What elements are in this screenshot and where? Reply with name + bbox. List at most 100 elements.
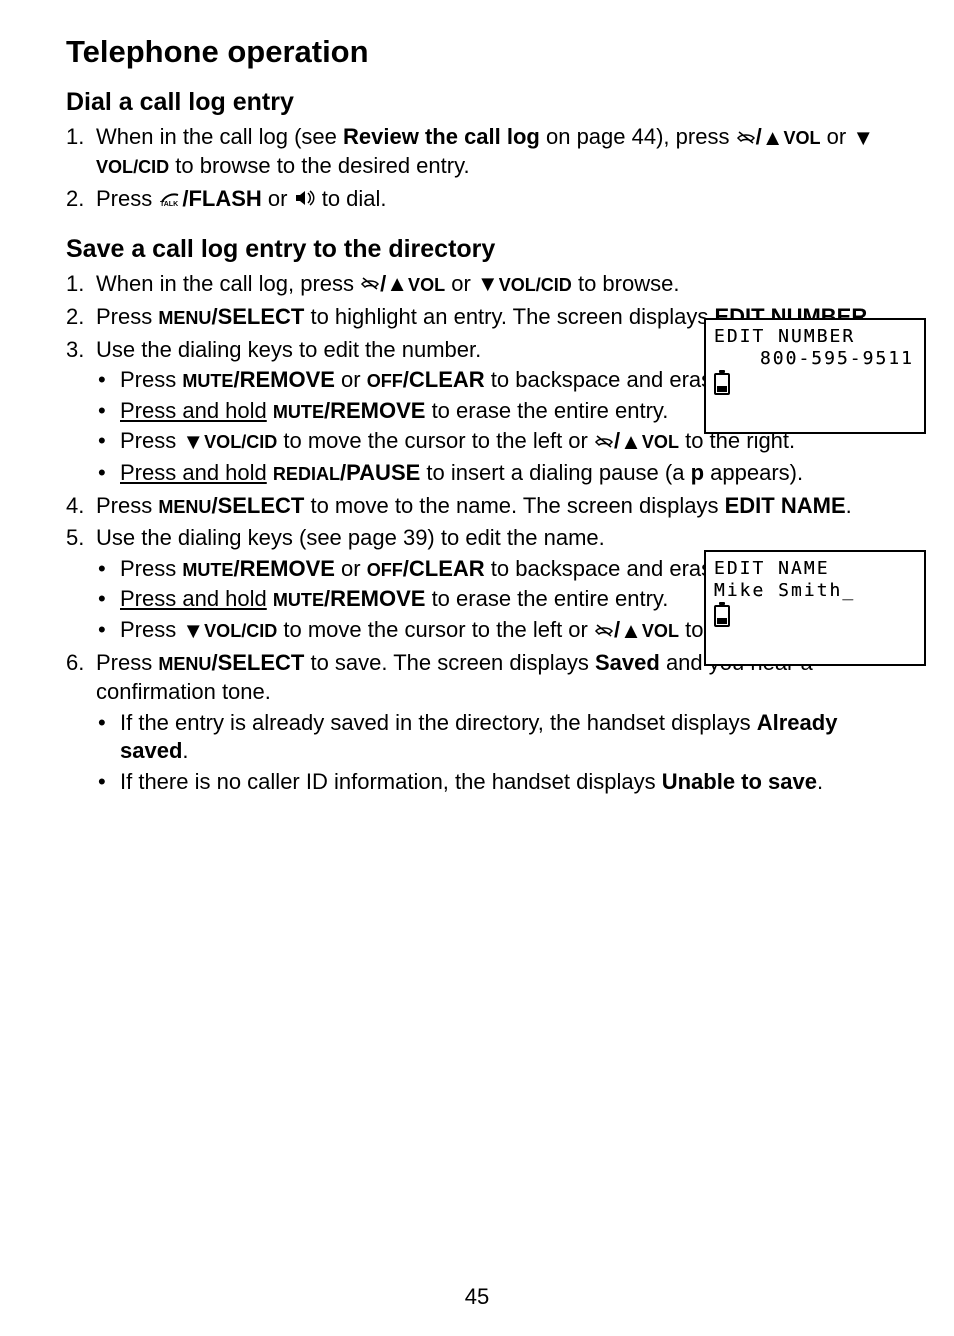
txt: or [262, 186, 294, 211]
txt: to erase the entire entry. [425, 586, 668, 611]
page-number: 45 [0, 1284, 954, 1310]
vol-label: VOL [783, 128, 820, 148]
txt: When in the call log, press [96, 271, 360, 296]
redial-label: REDIAL [273, 464, 340, 484]
vol-label: VOL [642, 432, 679, 452]
txt: Press [120, 617, 182, 642]
down-triangle-icon: ▼ [477, 270, 499, 299]
clear-label: /CLEAR [403, 367, 485, 392]
volcid-label: VOL/CID [96, 157, 169, 177]
screen-line1: EDIT NUMBER [714, 326, 916, 348]
mute-label: MUTE [273, 590, 324, 610]
txt: to dial. [316, 186, 387, 211]
talk-icon: TALK [158, 186, 182, 215]
vol-label: VOL [642, 621, 679, 641]
mute-label: MUTE [273, 402, 324, 422]
txt: to insert a dialing pause (a [420, 460, 690, 485]
txt: to browse to the desired entry. [169, 153, 469, 178]
txt: Press [96, 304, 158, 329]
menu-label: MENU [158, 654, 211, 674]
txt: . [817, 769, 823, 794]
saved-label: Saved [595, 650, 660, 675]
remove-label: /REMOVE [233, 556, 334, 581]
txt: Press [120, 367, 182, 392]
txt: to move to the name. The screen displays [304, 493, 724, 518]
bullet: Press and hold REDIAL/PAUSE to insert a … [96, 459, 892, 488]
p-char: p [691, 460, 704, 485]
select-label: /SELECT [211, 650, 304, 675]
txt: to save. The screen displays [304, 650, 595, 675]
svg-text:TALK: TALK [160, 201, 178, 207]
screen-line2: 800-595-9511 [714, 348, 916, 370]
volcid-label: VOL/CID [204, 432, 277, 452]
section1-heading: Dial a call log entry [66, 88, 892, 117]
txt: When in the call log (see [96, 124, 343, 149]
txt: or [335, 556, 367, 581]
remove-label: /REMOVE [324, 586, 425, 611]
txt: Press [96, 186, 158, 211]
txt: If there is no caller ID information, th… [120, 769, 662, 794]
up-triangle-icon: ▲ [762, 124, 784, 153]
page-title: Telephone operation [66, 34, 892, 70]
screen-line2: Mike Smith_ [714, 580, 916, 602]
txt: to browse. [572, 271, 680, 296]
txt: . [182, 738, 188, 763]
s2-step1: When in the call log, press /▲VOL or ▼VO… [66, 270, 892, 299]
txt: Press [96, 493, 158, 518]
off-label: OFF [367, 560, 403, 580]
up-triangle-icon: ▲ [386, 270, 408, 299]
handset-screen-edit-number: EDIT NUMBER 800-595-9511 [704, 318, 926, 434]
phone-off-icon [594, 617, 614, 646]
s2-step6: Press MENU/SELECT to save. The screen di… [66, 649, 892, 796]
txt: or [821, 124, 853, 149]
remove-label: /REMOVE [233, 367, 334, 392]
up-triangle-icon: ▲ [620, 617, 642, 646]
battery-icon [714, 373, 730, 395]
txt: Use the dialing keys (see page 39) to ed… [96, 525, 605, 550]
txt: Press [96, 650, 158, 675]
phone-off-icon [594, 428, 614, 457]
bullet: If the entry is already saved in the dir… [96, 709, 892, 766]
editname-label: EDIT NAME [725, 493, 846, 518]
phone-off-icon [360, 270, 380, 299]
txt: Press [120, 556, 182, 581]
s1-step1: When in the call log (see Review the cal… [66, 123, 892, 181]
speaker-icon [294, 186, 316, 215]
screen-line1: EDIT NAME [714, 558, 916, 580]
handset-screen-edit-name: EDIT NAME Mike Smith_ [704, 550, 926, 666]
txt: to move the cursor to the left or [277, 428, 594, 453]
flash-label: /FLASH [182, 186, 261, 211]
s1-step2: Press TALK/FLASH or to dial. [66, 185, 892, 214]
txt: If the entry is already saved in the dir… [120, 710, 757, 735]
mute-label: MUTE [182, 560, 233, 580]
s2-step6-bullets: If the entry is already saved in the dir… [96, 709, 892, 797]
menu-label: MENU [158, 497, 211, 517]
down-triangle-icon: ▼ [182, 428, 204, 457]
section1-list: When in the call log (see Review the cal… [62, 123, 892, 215]
clear-label: /CLEAR [403, 556, 485, 581]
txt: appears). [704, 460, 803, 485]
txt: Press and hold [120, 586, 267, 611]
txt: . [846, 493, 852, 518]
select-label: /SELECT [211, 493, 304, 518]
mute-label: MUTE [182, 371, 233, 391]
phone-off-icon [736, 124, 756, 153]
section2-heading: Save a call log entry to the directory [66, 235, 892, 264]
volcid-label: VOL/CID [499, 275, 572, 295]
bullet: If there is no caller ID information, th… [96, 768, 892, 797]
select-label: /SELECT [211, 304, 304, 329]
off-label: OFF [367, 371, 403, 391]
up-triangle-icon: ▲ [620, 428, 642, 457]
volcid-label: VOL/CID [204, 621, 277, 641]
vol-label: VOL [408, 275, 445, 295]
txt: Press and hold [120, 398, 267, 423]
txt: Review the call log [343, 124, 540, 149]
remove-label: /REMOVE [324, 398, 425, 423]
txt: on page 44), press [540, 124, 736, 149]
pause-label: /PAUSE [340, 460, 420, 485]
down-triangle-icon: ▼ [852, 124, 874, 153]
txt: to highlight an entry. The screen displa… [304, 304, 714, 329]
battery-icon [714, 605, 730, 627]
unable-to-save-label: Unable to save [662, 769, 817, 794]
txt: to erase the entire entry. [425, 398, 668, 423]
